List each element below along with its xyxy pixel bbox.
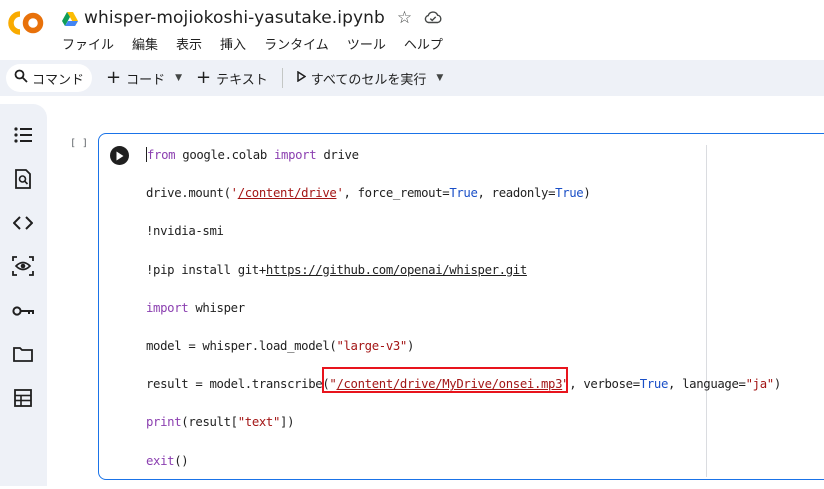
menu-insert[interactable]: 挿入 xyxy=(220,34,246,54)
command-label: コマンド xyxy=(32,72,85,88)
code-editor[interactable]: from google.colab import drive drive.moun… xyxy=(146,145,781,489)
run-all-button[interactable]: すべてのセルを実行 xyxy=(297,64,427,92)
toolbar: コマンド + コード ▼ + テキスト すべてのセルを実行 ▼ xyxy=(0,60,824,96)
variables-icon[interactable] xyxy=(12,255,34,277)
search-icon xyxy=(14,69,28,87)
menu-bar: ファイル 編集 表示 挿入 ランタイム ツール ヘルプ xyxy=(62,34,443,54)
chevron-down-icon[interactable]: ▼ xyxy=(436,73,443,83)
code-line[interactable]: !nvidia-smi xyxy=(146,221,781,259)
add-code-label: コード xyxy=(126,72,166,88)
colab-logo[interactable] xyxy=(6,8,44,38)
find-icon[interactable] xyxy=(12,168,34,190)
star-icon[interactable]: ☆ xyxy=(397,8,412,28)
code-snippets-icon[interactable] xyxy=(12,212,34,234)
chevron-down-icon[interactable]: ▼ xyxy=(175,73,182,83)
plus-icon: + xyxy=(106,67,122,88)
code-line[interactable]: import whisper xyxy=(146,298,781,336)
toc-icon[interactable] xyxy=(12,124,34,146)
menu-file[interactable]: ファイル xyxy=(62,34,114,54)
secrets-key-icon[interactable] xyxy=(12,300,34,322)
play-icon xyxy=(297,70,307,86)
plus-icon: + xyxy=(196,67,212,88)
left-sidebar xyxy=(0,104,47,486)
code-line[interactable]: drive.mount('/content/drive', force_remo… xyxy=(146,183,781,221)
menu-help[interactable]: ヘルプ xyxy=(404,34,443,54)
notebook-title[interactable]: whisper-mojiokoshi-yasutake.ipynb xyxy=(84,8,385,28)
play-icon xyxy=(116,151,124,160)
toolbar-divider xyxy=(281,68,283,88)
menu-tools[interactable]: ツール xyxy=(347,34,386,54)
menu-runtime[interactable]: ランタイム xyxy=(264,34,329,54)
code-line[interactable]: !pip install git+https://github.com/open… xyxy=(146,260,781,298)
command-palette-button[interactable]: コマンド xyxy=(6,64,93,92)
code-line[interactable]: print(result["text"]) xyxy=(146,412,781,450)
code-line[interactable]: exit() xyxy=(146,451,781,489)
code-line[interactable]: from google.colab import drive xyxy=(146,145,781,183)
menu-view[interactable]: 表示 xyxy=(176,34,202,54)
add-text-label: テキスト xyxy=(216,72,268,88)
menu-edit[interactable]: 編集 xyxy=(132,34,158,54)
add-text-button[interactable]: + テキスト xyxy=(196,64,268,92)
annotation-highlight-box xyxy=(322,367,568,393)
cloud-saved-icon[interactable] xyxy=(424,8,442,28)
folder-icon[interactable] xyxy=(12,343,34,365)
run-cell-button[interactable] xyxy=(110,146,129,165)
run-all-label: すべてのセルを実行 xyxy=(310,72,427,88)
google-drive-icon xyxy=(62,11,78,26)
cell-execution-count: [ ] xyxy=(70,138,89,149)
add-code-button[interactable]: + コード xyxy=(106,64,165,92)
title-row: whisper-mojiokoshi-yasutake.ipynb ☆ xyxy=(62,6,442,30)
data-table-icon[interactable] xyxy=(12,387,34,409)
